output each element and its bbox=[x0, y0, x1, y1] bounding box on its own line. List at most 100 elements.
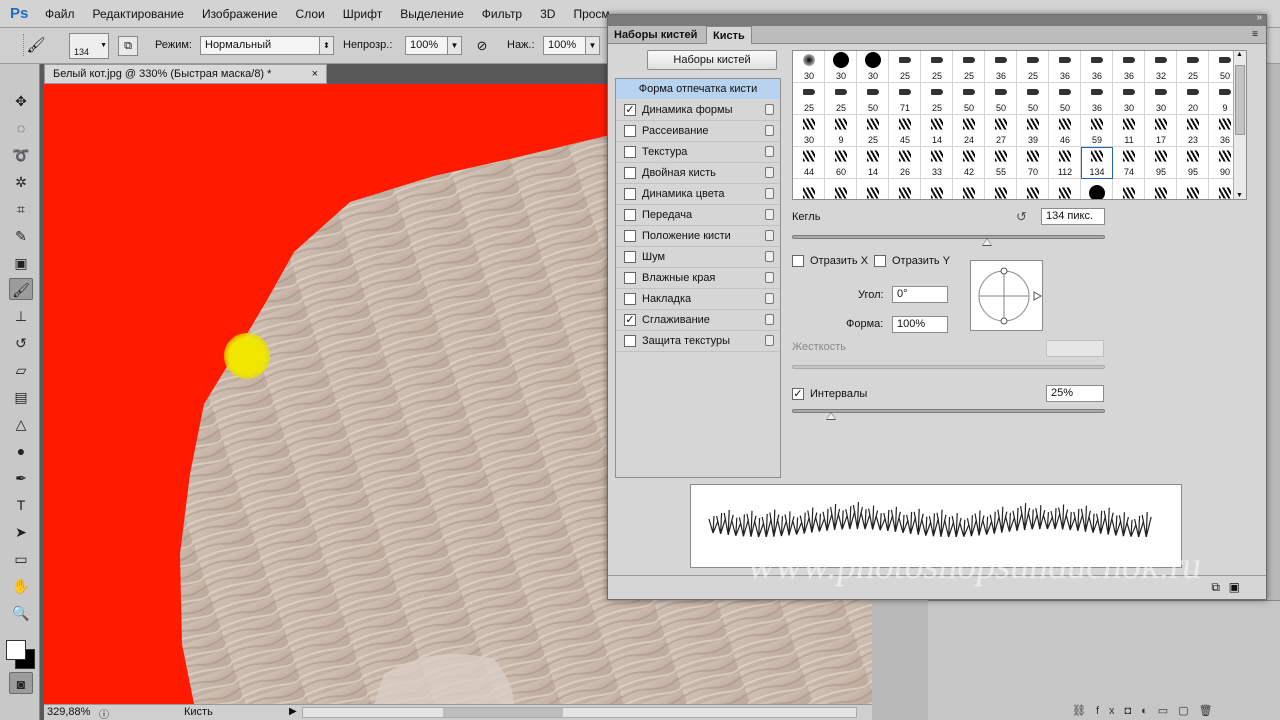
lock-icon[interactable] bbox=[765, 314, 774, 325]
opacity-input[interactable]: 100% ▼ bbox=[405, 36, 462, 55]
eraser-tool-icon[interactable]: ▱ bbox=[9, 359, 33, 381]
brush-tip-cell[interactable]: 36 bbox=[985, 51, 1017, 83]
brush-tip-cell[interactable]: 33 bbox=[921, 147, 953, 179]
settings-row[interactable]: Динамика цвета bbox=[616, 184, 780, 205]
brush-tip-cell[interactable]: 50 bbox=[1049, 83, 1081, 115]
brush-tip-cell[interactable]: 50 bbox=[953, 83, 985, 115]
brush-tip-cell[interactable]: 39 bbox=[1017, 115, 1049, 147]
brush-tip-cell[interactable]: 25 bbox=[793, 83, 825, 115]
create-preset-icon[interactable]: ▣ bbox=[1229, 580, 1240, 594]
settings-row[interactable]: Двойная кисть bbox=[616, 163, 780, 184]
size-slider[interactable] bbox=[792, 235, 1105, 246]
lock-icon[interactable] bbox=[765, 335, 774, 346]
brush-tip-cell[interactable]: 25 bbox=[889, 51, 921, 83]
brush-tip-cell[interactable] bbox=[793, 179, 825, 199]
mode-select[interactable]: Нормальный ⬍ bbox=[200, 36, 334, 55]
grid-scroll-thumb[interactable] bbox=[1235, 65, 1245, 135]
angle-input[interactable]: 0° bbox=[892, 286, 948, 303]
gradient-tool-icon[interactable]: ▤ bbox=[9, 386, 33, 408]
brush-tip-cell[interactable]: 50 bbox=[985, 83, 1017, 115]
roundness-input[interactable]: 100% bbox=[892, 316, 948, 333]
lock-icon[interactable] bbox=[765, 209, 774, 220]
brush-tip-cell[interactable] bbox=[1113, 179, 1145, 199]
brush-tip-cell[interactable]: 60 bbox=[825, 147, 857, 179]
brush-tip-cell[interactable]: 50 bbox=[857, 83, 889, 115]
brush-tip-cell[interactable]: 134 bbox=[1081, 147, 1113, 179]
lock-icon[interactable] bbox=[765, 167, 774, 178]
collapse-icon[interactable]: » bbox=[1256, 12, 1262, 23]
brush-tip-cell[interactable]: 36 bbox=[1049, 51, 1081, 83]
brush-presets-button[interactable]: Наборы кистей bbox=[647, 50, 777, 70]
settings-row[interactable]: Накладка bbox=[616, 289, 780, 310]
history-brush-tool-icon[interactable]: ↺ bbox=[9, 332, 33, 354]
brush-tip-cell[interactable]: 70 bbox=[1017, 147, 1049, 179]
brush-tip-cell[interactable]: 25 bbox=[953, 51, 985, 83]
brush-tip-cell[interactable]: 24 bbox=[953, 115, 985, 147]
brush-tip-cell[interactable] bbox=[921, 179, 953, 199]
menu-item[interactable]: Файл bbox=[36, 0, 84, 28]
brush-tip-cell[interactable]: 25 bbox=[1177, 51, 1209, 83]
menu-item[interactable]: Шрифт bbox=[334, 0, 391, 28]
menu-item[interactable]: 3D bbox=[531, 0, 564, 28]
brush-tip-cell[interactable]: 25 bbox=[921, 83, 953, 115]
pressure-opacity-icon[interactable]: ⊘ bbox=[472, 36, 492, 56]
settings-row[interactable]: ✓ Сглаживание bbox=[616, 310, 780, 331]
menu-item[interactable]: Выделение bbox=[391, 0, 473, 28]
brush-tip-cell[interactable]: 30 bbox=[857, 51, 889, 83]
tab-brush-presets[interactable]: Наборы кистей bbox=[608, 26, 703, 44]
brush-tip-cell[interactable]: 95 bbox=[1177, 147, 1209, 179]
chevron-up-icon[interactable]: ▲ bbox=[1236, 51, 1243, 58]
settings-row[interactable]: Передача bbox=[616, 205, 780, 226]
play-arrow-icon[interactable]: ▶ bbox=[289, 706, 297, 717]
zoom-level[interactable]: 329,88% bbox=[47, 706, 90, 718]
close-icon[interactable]: × bbox=[312, 65, 318, 83]
brush-tip-cell[interactable]: 25 bbox=[921, 51, 953, 83]
grid-scrollbar[interactable]: ▲ ▼ bbox=[1233, 51, 1246, 199]
settings-checkbox[interactable] bbox=[624, 209, 636, 221]
brush-tip-cell[interactable]: 112 bbox=[1049, 147, 1081, 179]
brush-tip-cell[interactable]: 36 bbox=[1081, 83, 1113, 115]
brush-tip-cell[interactable] bbox=[1081, 179, 1113, 199]
lock-icon[interactable] bbox=[765, 146, 774, 157]
brush-tip-cell[interactable]: 23 bbox=[1177, 115, 1209, 147]
brush-tip-cell[interactable]: 25 bbox=[825, 83, 857, 115]
pen-tool-icon[interactable]: ✒ bbox=[9, 467, 33, 489]
eyedropper-tool-icon[interactable]: ✎ bbox=[9, 225, 33, 247]
crop-tool-icon[interactable]: ⌗ bbox=[9, 198, 33, 220]
brush-tip-cell[interactable]: 30 bbox=[793, 51, 825, 83]
spacing-slider-knob[interactable] bbox=[825, 412, 836, 420]
brush-tip-cell[interactable]: 30 bbox=[793, 115, 825, 147]
magic-wand-tool-icon[interactable]: ✲ bbox=[9, 171, 33, 193]
brush-tip-cell[interactable]: 71 bbox=[889, 83, 921, 115]
lock-icon[interactable] bbox=[765, 293, 774, 304]
settings-checkbox[interactable] bbox=[624, 230, 636, 242]
flip-x-checkbox[interactable] bbox=[792, 255, 804, 267]
settings-checkbox[interactable] bbox=[624, 293, 636, 305]
scrollbar-thumb[interactable] bbox=[443, 708, 563, 717]
brush-tip-cell[interactable]: 9 bbox=[825, 115, 857, 147]
brush-tip-cell[interactable]: 25 bbox=[1017, 51, 1049, 83]
brush-tip-cell[interactable]: 59 bbox=[1081, 115, 1113, 147]
brush-tip-cell[interactable]: 11 bbox=[1113, 115, 1145, 147]
brush-tip-cell[interactable]: 32 bbox=[1145, 51, 1177, 83]
brush-tip-cell[interactable]: 36 bbox=[1081, 51, 1113, 83]
brush-tip-shape-item[interactable]: Форма отпечатка кисти bbox=[616, 79, 780, 99]
settings-row[interactable]: Текстура bbox=[616, 142, 780, 163]
menu-item[interactable]: Изображение bbox=[193, 0, 287, 28]
settings-checkbox[interactable] bbox=[624, 188, 636, 200]
settings-row[interactable]: Положение кисти bbox=[616, 226, 780, 247]
brush-tip-cell[interactable] bbox=[985, 179, 1017, 199]
clone-stamp-tool-icon[interactable]: ⊥ bbox=[9, 305, 33, 327]
brush-tip-cell[interactable]: 17 bbox=[1145, 115, 1177, 147]
brush-tip-cell[interactable]: 20 bbox=[1177, 83, 1209, 115]
move-tool-icon[interactable]: ✥ bbox=[9, 90, 33, 112]
lock-icon[interactable] bbox=[765, 251, 774, 262]
hand-tool-icon[interactable]: ✋ bbox=[9, 575, 33, 597]
settings-checkbox[interactable]: ✓ bbox=[624, 314, 636, 326]
settings-checkbox[interactable] bbox=[624, 146, 636, 158]
menu-item[interactable]: Фильтр bbox=[473, 0, 531, 28]
settings-row[interactable]: Влажные края bbox=[616, 268, 780, 289]
brush-tool-icon[interactable]: 🖌 bbox=[9, 278, 33, 300]
lock-icon[interactable] bbox=[765, 272, 774, 283]
horizontal-scrollbar[interactable] bbox=[302, 707, 857, 718]
